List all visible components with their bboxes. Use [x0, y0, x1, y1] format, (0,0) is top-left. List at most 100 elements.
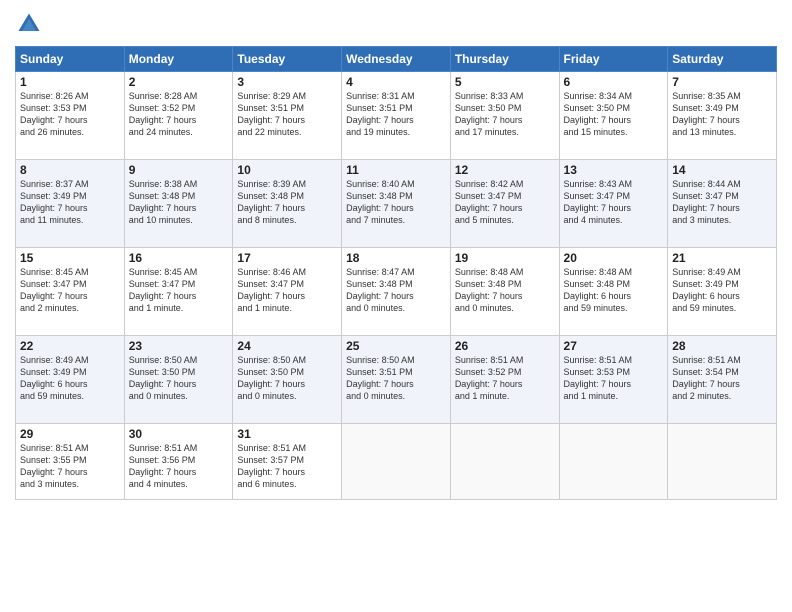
day-number: 23 — [129, 339, 229, 353]
day-info: Sunrise: 8:50 AM Sunset: 3:51 PM Dayligh… — [346, 354, 446, 403]
day-info: Sunrise: 8:44 AM Sunset: 3:47 PM Dayligh… — [672, 178, 772, 227]
calendar: SundayMondayTuesdayWednesdayThursdayFrid… — [15, 46, 777, 500]
page: SundayMondayTuesdayWednesdayThursdayFrid… — [0, 0, 792, 612]
calendar-cell: 1Sunrise: 8:26 AM Sunset: 3:53 PM Daylig… — [16, 72, 125, 160]
day-info: Sunrise: 8:45 AM Sunset: 3:47 PM Dayligh… — [20, 266, 120, 315]
weekday-header-saturday: Saturday — [668, 47, 777, 72]
weekday-header-sunday: Sunday — [16, 47, 125, 72]
calendar-cell: 23Sunrise: 8:50 AM Sunset: 3:50 PM Dayli… — [124, 336, 233, 424]
calendar-cell: 10Sunrise: 8:39 AM Sunset: 3:48 PM Dayli… — [233, 160, 342, 248]
calendar-cell: 24Sunrise: 8:50 AM Sunset: 3:50 PM Dayli… — [233, 336, 342, 424]
day-info: Sunrise: 8:48 AM Sunset: 3:48 PM Dayligh… — [564, 266, 664, 315]
calendar-cell: 31Sunrise: 8:51 AM Sunset: 3:57 PM Dayli… — [233, 424, 342, 500]
calendar-cell: 27Sunrise: 8:51 AM Sunset: 3:53 PM Dayli… — [559, 336, 668, 424]
day-info: Sunrise: 8:51 AM Sunset: 3:54 PM Dayligh… — [672, 354, 772, 403]
day-number: 11 — [346, 163, 446, 177]
calendar-cell — [559, 424, 668, 500]
calendar-cell: 7Sunrise: 8:35 AM Sunset: 3:49 PM Daylig… — [668, 72, 777, 160]
day-number: 10 — [237, 163, 337, 177]
day-info: Sunrise: 8:51 AM Sunset: 3:55 PM Dayligh… — [20, 442, 120, 491]
logo-icon — [15, 10, 43, 38]
day-number: 24 — [237, 339, 337, 353]
calendar-cell: 4Sunrise: 8:31 AM Sunset: 3:51 PM Daylig… — [342, 72, 451, 160]
weekday-header-monday: Monday — [124, 47, 233, 72]
day-number: 16 — [129, 251, 229, 265]
day-number: 12 — [455, 163, 555, 177]
day-info: Sunrise: 8:46 AM Sunset: 3:47 PM Dayligh… — [237, 266, 337, 315]
calendar-cell: 2Sunrise: 8:28 AM Sunset: 3:52 PM Daylig… — [124, 72, 233, 160]
calendar-cell: 14Sunrise: 8:44 AM Sunset: 3:47 PM Dayli… — [668, 160, 777, 248]
day-number: 19 — [455, 251, 555, 265]
day-number: 7 — [672, 75, 772, 89]
day-number: 18 — [346, 251, 446, 265]
day-number: 15 — [20, 251, 120, 265]
calendar-cell: 8Sunrise: 8:37 AM Sunset: 3:49 PM Daylig… — [16, 160, 125, 248]
day-info: Sunrise: 8:35 AM Sunset: 3:49 PM Dayligh… — [672, 90, 772, 139]
weekday-header-wednesday: Wednesday — [342, 47, 451, 72]
calendar-week-2: 8Sunrise: 8:37 AM Sunset: 3:49 PM Daylig… — [16, 160, 777, 248]
day-info: Sunrise: 8:51 AM Sunset: 3:53 PM Dayligh… — [564, 354, 664, 403]
day-info: Sunrise: 8:28 AM Sunset: 3:52 PM Dayligh… — [129, 90, 229, 139]
day-number: 21 — [672, 251, 772, 265]
calendar-cell: 21Sunrise: 8:49 AM Sunset: 3:49 PM Dayli… — [668, 248, 777, 336]
day-info: Sunrise: 8:26 AM Sunset: 3:53 PM Dayligh… — [20, 90, 120, 139]
day-info: Sunrise: 8:51 AM Sunset: 3:56 PM Dayligh… — [129, 442, 229, 491]
day-info: Sunrise: 8:51 AM Sunset: 3:52 PM Dayligh… — [455, 354, 555, 403]
calendar-cell: 28Sunrise: 8:51 AM Sunset: 3:54 PM Dayli… — [668, 336, 777, 424]
day-info: Sunrise: 8:29 AM Sunset: 3:51 PM Dayligh… — [237, 90, 337, 139]
day-info: Sunrise: 8:45 AM Sunset: 3:47 PM Dayligh… — [129, 266, 229, 315]
day-info: Sunrise: 8:31 AM Sunset: 3:51 PM Dayligh… — [346, 90, 446, 139]
day-info: Sunrise: 8:49 AM Sunset: 3:49 PM Dayligh… — [672, 266, 772, 315]
day-number: 30 — [129, 427, 229, 441]
calendar-week-3: 15Sunrise: 8:45 AM Sunset: 3:47 PM Dayli… — [16, 248, 777, 336]
calendar-cell: 18Sunrise: 8:47 AM Sunset: 3:48 PM Dayli… — [342, 248, 451, 336]
calendar-cell: 13Sunrise: 8:43 AM Sunset: 3:47 PM Dayli… — [559, 160, 668, 248]
day-number: 1 — [20, 75, 120, 89]
calendar-cell: 15Sunrise: 8:45 AM Sunset: 3:47 PM Dayli… — [16, 248, 125, 336]
logo — [15, 10, 45, 38]
day-info: Sunrise: 8:42 AM Sunset: 3:47 PM Dayligh… — [455, 178, 555, 227]
day-number: 27 — [564, 339, 664, 353]
calendar-week-4: 22Sunrise: 8:49 AM Sunset: 3:49 PM Dayli… — [16, 336, 777, 424]
calendar-cell: 17Sunrise: 8:46 AM Sunset: 3:47 PM Dayli… — [233, 248, 342, 336]
day-number: 8 — [20, 163, 120, 177]
day-info: Sunrise: 8:38 AM Sunset: 3:48 PM Dayligh… — [129, 178, 229, 227]
calendar-cell: 16Sunrise: 8:45 AM Sunset: 3:47 PM Dayli… — [124, 248, 233, 336]
calendar-cell: 12Sunrise: 8:42 AM Sunset: 3:47 PM Dayli… — [450, 160, 559, 248]
calendar-cell: 11Sunrise: 8:40 AM Sunset: 3:48 PM Dayli… — [342, 160, 451, 248]
day-number: 17 — [237, 251, 337, 265]
day-number: 20 — [564, 251, 664, 265]
day-info: Sunrise: 8:48 AM Sunset: 3:48 PM Dayligh… — [455, 266, 555, 315]
weekday-header-thursday: Thursday — [450, 47, 559, 72]
calendar-cell: 6Sunrise: 8:34 AM Sunset: 3:50 PM Daylig… — [559, 72, 668, 160]
day-number: 3 — [237, 75, 337, 89]
calendar-cell: 30Sunrise: 8:51 AM Sunset: 3:56 PM Dayli… — [124, 424, 233, 500]
calendar-week-1: 1Sunrise: 8:26 AM Sunset: 3:53 PM Daylig… — [16, 72, 777, 160]
calendar-cell — [342, 424, 451, 500]
calendar-cell: 29Sunrise: 8:51 AM Sunset: 3:55 PM Dayli… — [16, 424, 125, 500]
day-info: Sunrise: 8:50 AM Sunset: 3:50 PM Dayligh… — [129, 354, 229, 403]
day-number: 29 — [20, 427, 120, 441]
day-info: Sunrise: 8:37 AM Sunset: 3:49 PM Dayligh… — [20, 178, 120, 227]
day-number: 9 — [129, 163, 229, 177]
day-info: Sunrise: 8:47 AM Sunset: 3:48 PM Dayligh… — [346, 266, 446, 315]
calendar-cell: 3Sunrise: 8:29 AM Sunset: 3:51 PM Daylig… — [233, 72, 342, 160]
header — [15, 10, 777, 38]
calendar-cell: 26Sunrise: 8:51 AM Sunset: 3:52 PM Dayli… — [450, 336, 559, 424]
day-number: 5 — [455, 75, 555, 89]
day-info: Sunrise: 8:43 AM Sunset: 3:47 PM Dayligh… — [564, 178, 664, 227]
day-info: Sunrise: 8:50 AM Sunset: 3:50 PM Dayligh… — [237, 354, 337, 403]
calendar-cell: 9Sunrise: 8:38 AM Sunset: 3:48 PM Daylig… — [124, 160, 233, 248]
calendar-cell: 19Sunrise: 8:48 AM Sunset: 3:48 PM Dayli… — [450, 248, 559, 336]
calendar-cell: 22Sunrise: 8:49 AM Sunset: 3:49 PM Dayli… — [16, 336, 125, 424]
calendar-header-row: SundayMondayTuesdayWednesdayThursdayFrid… — [16, 47, 777, 72]
day-info: Sunrise: 8:33 AM Sunset: 3:50 PM Dayligh… — [455, 90, 555, 139]
day-number: 13 — [564, 163, 664, 177]
weekday-header-friday: Friday — [559, 47, 668, 72]
day-number: 14 — [672, 163, 772, 177]
day-info: Sunrise: 8:51 AM Sunset: 3:57 PM Dayligh… — [237, 442, 337, 491]
calendar-week-5: 29Sunrise: 8:51 AM Sunset: 3:55 PM Dayli… — [16, 424, 777, 500]
calendar-cell: 25Sunrise: 8:50 AM Sunset: 3:51 PM Dayli… — [342, 336, 451, 424]
day-info: Sunrise: 8:39 AM Sunset: 3:48 PM Dayligh… — [237, 178, 337, 227]
day-number: 28 — [672, 339, 772, 353]
